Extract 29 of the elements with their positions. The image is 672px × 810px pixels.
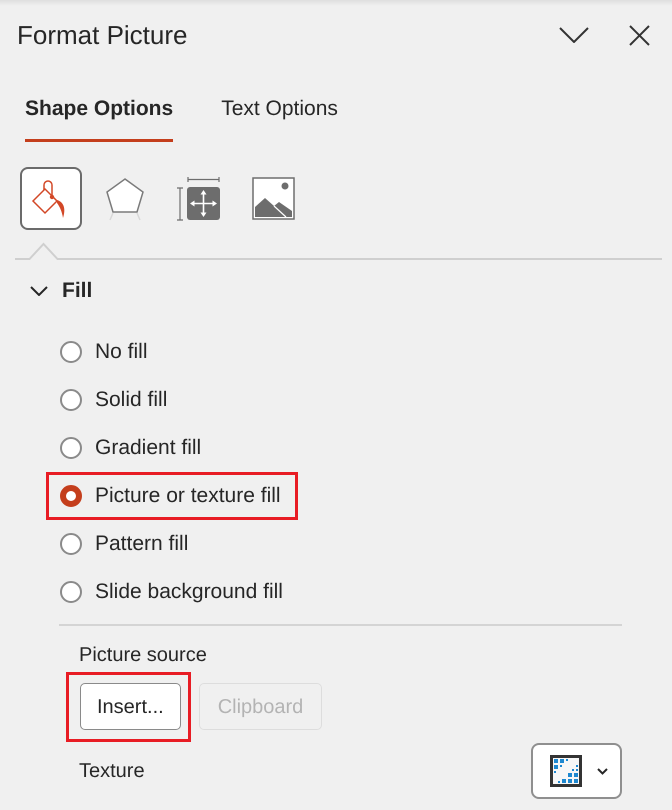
field-label: Texture	[79, 759, 145, 784]
category-tab[interactable]	[20, 167, 82, 230]
move-arrows-icon	[177, 176, 221, 220]
push-button[interactable]: Insert...	[80, 683, 181, 730]
tab[interactable]: Shape Options	[25, 95, 174, 142]
radio-label[interactable]: Slide background fill	[95, 578, 283, 606]
radio-label[interactable]: Gradient fill	[95, 434, 202, 462]
radio-button[interactable]	[60, 533, 82, 555]
radio-button[interactable]	[60, 341, 82, 363]
chevron-down-icon	[30, 286, 48, 296]
radio-label[interactable]: Solid fill	[95, 386, 168, 414]
radio-label[interactable]: Pattern fill	[95, 530, 188, 558]
radio-label[interactable]: No fill	[95, 338, 148, 366]
radio-button[interactable]	[60, 485, 82, 507]
group-label: Picture source	[79, 643, 207, 668]
chevron-down-icon[interactable]	[559, 27, 589, 43]
chevron-down-icon	[597, 768, 608, 774]
radio-label[interactable]: Picture or texture fill	[95, 482, 281, 510]
pentagon-icon	[105, 176, 145, 220]
radio-button[interactable]	[60, 389, 82, 411]
section-toggle[interactable]: Fill	[30, 277, 92, 305]
tab[interactable]: Text Options	[221, 95, 338, 142]
panel-title: Format Picture	[17, 19, 188, 52]
texture-dropdown[interactable]	[531, 743, 622, 799]
picture-icon	[252, 177, 294, 220]
close-icon[interactable]	[629, 24, 650, 46]
radio-button[interactable]	[60, 581, 82, 603]
radio-button[interactable]	[60, 437, 82, 459]
texture-swatch-icon	[550, 755, 582, 787]
